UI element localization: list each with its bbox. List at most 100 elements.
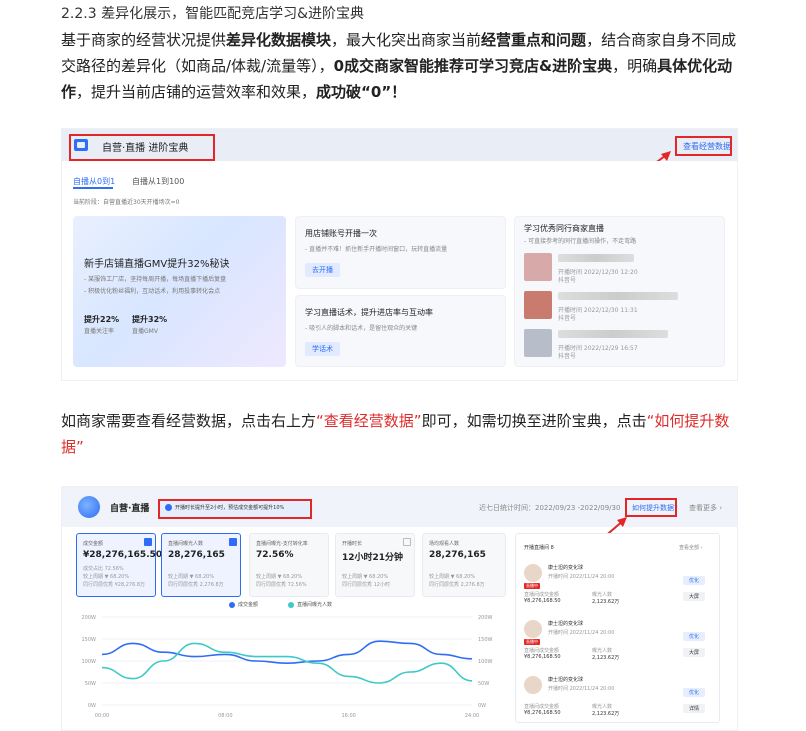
para1-text-4: ，明确: [612, 57, 658, 75]
go-live-button[interactable]: 去开播: [305, 263, 340, 277]
metric-sub: 较上周期 ▼ 68.20%: [429, 574, 476, 580]
banner-line: - 积极优化粉丝福利，互动话术，利用投事转化会点: [84, 288, 221, 295]
metric-title: 成交金额: [83, 541, 104, 547]
view-all-link[interactable]: 查看全部 ›: [679, 544, 703, 551]
card-title: 学习优秀同行商家直播: [524, 224, 604, 233]
y-tick-label-right: 200W: [478, 615, 493, 621]
view-more-link[interactable]: 查看更多 ›: [689, 503, 722, 513]
metric-sub: 较上周期 ▼ 68.20%: [342, 574, 389, 580]
y-tick-label-right: 50W: [478, 681, 489, 687]
optimize-button[interactable]: 优化: [683, 688, 706, 697]
title-highlight-box: [69, 134, 215, 161]
dashboard-screenshot: 自营·直播 开播时长提升至2小时，预估成交金额可提升10% 近七日统计时间：20…: [61, 486, 738, 731]
para2-text-2: 即可，如需切换至进阶宝典，点击: [421, 412, 647, 430]
para1-bold-3: 0成交商家智能推荐可学习竞店&进阶宝典: [333, 57, 613, 75]
stat-label: 直播GMV: [132, 328, 158, 335]
para1-text-1: 基于商家的经营状况提供: [61, 31, 227, 49]
metric-title: 直播间曝光-支付转化率: [256, 541, 308, 547]
y-tick-label-left: 50W: [85, 681, 96, 687]
avatar: [524, 564, 542, 582]
metric-value: ¥28,276,165.50: [83, 550, 163, 560]
room-time: 开播时间 2022/11/24 20:00: [548, 686, 615, 692]
metric-card-conversion[interactable]: 直播间曝光-支付转化率 72.56% 较上周期 ▼ 68.20% 同行同层优秀 …: [249, 533, 329, 597]
tab-one-to-hundred[interactable]: 自播从1到100: [132, 176, 184, 187]
metric-card-viewers[interactable]: 场均观看人数 28,276,165 较上周期 ▼ 68.20% 同行同层优秀 2…: [422, 533, 506, 597]
metric-value: 28,276,165: [168, 550, 225, 560]
checkbox-checked[interactable]: [144, 538, 152, 546]
metric-card-exposure[interactable]: 直播间曝光人数 28,276,165 较上周期 ▼ 68.20% 同行同层优秀 …: [161, 533, 241, 597]
peer-author: 抖音号: [558, 277, 577, 284]
para1-bold-2: 经营重点和问题: [481, 31, 587, 49]
card-subtitle: - 直播并不难！抓住新手开播时间窗口，玩转直播流量: [305, 246, 448, 253]
intro-paragraph: 基于商家的经营状况提供差异化数据模块，最大化突出商家当前经营重点和问题，结合商家…: [61, 27, 746, 105]
room-time: 开播时间 2022/11/24 20:00: [548, 630, 615, 636]
optimize-button[interactable]: 优化: [683, 576, 706, 585]
y-tick-label-left: 200W: [82, 615, 97, 621]
avatar: [524, 620, 542, 638]
date-range: 近七日统计时间：2022/09/23 -2022/09/30: [479, 504, 621, 512]
exposure-value: 2,123.62万: [592, 711, 620, 717]
stat-value: 提升32%: [132, 315, 168, 324]
checkbox-checked[interactable]: [229, 538, 237, 546]
learn-script-button[interactable]: 学话术: [305, 342, 340, 356]
metric-title: 场均观看人数: [429, 541, 460, 547]
live-logo-icon: [78, 496, 100, 518]
metric-value: 12小时21分钟: [342, 553, 404, 563]
para1-text-2: ，最大化突出商家当前: [331, 31, 482, 49]
tab-zero-to-one[interactable]: 自播从0到1: [73, 176, 115, 187]
gmv-label: 直播间成交金额: [524, 648, 560, 654]
stat-value: 提升22%: [84, 315, 120, 324]
card-subtitle: - 吸引人的脚本和话术，是留住观众的关键: [305, 325, 418, 332]
panel-title: 开播直播间 8: [524, 545, 554, 551]
big-screen-button[interactable]: 大屏: [683, 648, 706, 657]
live-room-item[interactable]: 康士坦的变化球 开播时间 2022/11/24 20:00 直播间成交金额 ¥8…: [516, 668, 721, 724]
link-highlight-box: [675, 136, 732, 156]
live-room-item[interactable]: 直播中 康士坦的变化球 开播时间 2022/11/24 20:00 直播间成交金…: [516, 612, 721, 668]
how-highlight-box: [625, 498, 677, 517]
peer-thumbnail[interactable]: [524, 329, 552, 357]
peer-thumbnail[interactable]: [524, 291, 552, 319]
live-room-item[interactable]: 直播中 康士坦的变化球 开播时间 2022/11/24 20:00 直播间成交金…: [516, 556, 721, 612]
exposure-value: 2,123.62万: [592, 655, 620, 661]
para1-text-5: ，提升当前店铺的运营效率和效果，: [76, 83, 317, 101]
room-name: 康士坦的变化球: [548, 677, 584, 683]
y-tick-label-right: 0W: [478, 703, 486, 709]
x-tick-label: 16:00: [341, 713, 355, 719]
live-badge: 直播中: [524, 583, 540, 589]
y-tick-label-right: 150W: [478, 637, 493, 643]
para1-bold-1: 差异化数据模块: [226, 31, 332, 49]
instruction-paragraph: 如商家需要查看经营数据，点击右上方“查看经营数据”即可，如需切换至进阶宝典，点击…: [61, 408, 746, 460]
gmv-label: 直播间成交金额: [524, 592, 560, 598]
metric-sub: 较上周期 ▼ 68.20%: [83, 574, 130, 580]
blurred-name: [558, 292, 678, 300]
x-tick-label: 00:00: [95, 713, 109, 719]
exposure-label: 曝光人数: [592, 704, 613, 710]
big-screen-button[interactable]: 大屏: [683, 592, 706, 601]
para2-red-1: “查看经营数据”: [316, 412, 422, 430]
metric-card-gmv[interactable]: 成交金额 ¥28,276,165.50 成交占比 72.56% 较上周期 ▼ 6…: [76, 533, 162, 597]
metric-sub: 同行同层优秀 72.56%: [256, 582, 307, 588]
optimize-button[interactable]: 优化: [683, 632, 706, 641]
peer-author: 抖音号: [558, 353, 577, 360]
detail-button[interactable]: 详情: [683, 704, 706, 713]
live-room-panel: 开播直播间 8 查看全部 › 直播中 康士坦的变化球 开播时间 2022/11/…: [515, 533, 720, 723]
gmv-value: ¥8,276,168.50: [524, 598, 561, 604]
metric-sub: 较上周期 ▼ 68.20%: [168, 574, 215, 580]
peer-author: 抖音号: [558, 315, 577, 322]
live-badge: 直播中: [524, 639, 540, 645]
trend-chart: 200W 200W 150W 150W 100W 100W 50W 50W 0W 0W 00:00 0…: [82, 615, 493, 719]
room-time: 开播时间 2022/11/24 20:00: [548, 574, 615, 580]
blurred-name: [558, 254, 634, 262]
series-line-gmv: [101, 640, 473, 665]
x-tick-label: 24:00: [465, 713, 479, 719]
para1-bold-5: 成功破“0”！: [316, 83, 407, 101]
checkbox-unchecked[interactable]: [403, 538, 411, 546]
y-tick-label-left: 150W: [82, 637, 97, 643]
card-title: 学习直播话术，提升进店率与互动率: [305, 308, 433, 317]
advanced-guide-screenshot: 自营·直播 进阶宝典 查看经营数据 自播从0到1 自播从1到100 当前阶段：自…: [61, 128, 738, 381]
metric-card-duration[interactable]: 开播时长 12小时21分钟 较上周期 ▼ 68.20% 同行同层优秀 12小时: [335, 533, 415, 597]
metric-title: 直播间曝光人数: [168, 541, 204, 547]
room-name: 康士坦的变化球: [548, 565, 584, 571]
peer-thumbnail[interactable]: [524, 253, 552, 281]
stat-label: 直播关注率: [84, 328, 115, 335]
